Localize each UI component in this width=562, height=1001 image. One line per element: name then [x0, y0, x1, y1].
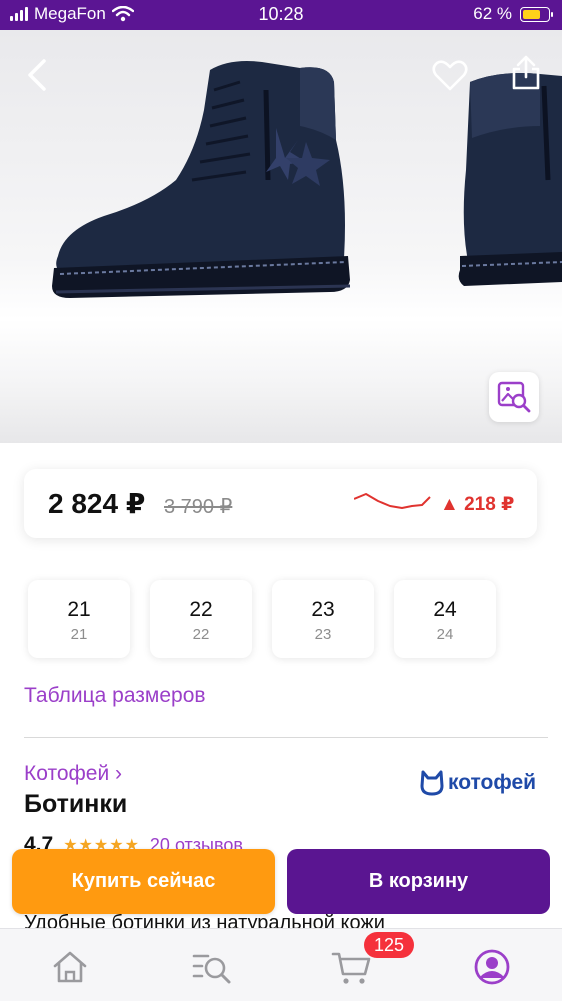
price-change: ▲ 218 ₽: [440, 494, 515, 515]
brand-logo[interactable]: котофей: [420, 770, 536, 796]
size-sublabel: 21: [70, 626, 88, 643]
old-price: 3 790 ₽: [164, 496, 233, 518]
current-price: 2 824 ₽: [48, 488, 146, 519]
size-label: 24: [433, 598, 457, 621]
tab-profile[interactable]: [470, 945, 514, 989]
heart-icon: [432, 60, 468, 91]
boot-image: [52, 61, 351, 298]
divider: [24, 737, 548, 738]
brand-link[interactable]: Котофей ›: [24, 762, 122, 786]
catalog-search-icon: [192, 954, 231, 984]
size-label: 22: [189, 598, 213, 621]
image-search-button[interactable]: [489, 372, 539, 422]
product-photo: [52, 61, 562, 298]
share-icon: [512, 55, 540, 90]
back-button[interactable]: [20, 58, 54, 92]
size-sublabel: 22: [192, 626, 210, 643]
boot-image-second: [458, 73, 562, 286]
size-option-21[interactable]: 21 21: [28, 580, 130, 658]
cat-logo-icon: [420, 770, 444, 796]
status-bar: MegaFon 10:28 62 %: [0, 0, 562, 30]
size-sublabel: 24: [436, 626, 454, 643]
cart-count-badge: 125: [364, 932, 414, 958]
battery-percent: 62 %: [473, 4, 512, 23]
size-option-23[interactable]: 23 23: [272, 580, 374, 658]
image-search-icon: [497, 381, 531, 413]
bottom-tab-bar: [0, 928, 562, 1001]
size-table-link[interactable]: Таблица размеров: [24, 684, 206, 708]
size-selector: 21 21 22 22 23 23 24 24: [28, 580, 496, 658]
profile-icon: [474, 949, 510, 985]
tab-catalog[interactable]: [190, 945, 234, 989]
price-history-sparkline: [354, 493, 431, 509]
battery-icon: [520, 6, 553, 22]
brand-logo-text: котофей: [448, 771, 537, 794]
home-icon: [53, 951, 87, 983]
size-label: 21: [67, 598, 91, 621]
price-card[interactable]: 2 824 ₽ 3 790 ₽ ▲ 218 ₽: [24, 469, 537, 538]
buy-now-button[interactable]: Купить сейчас: [12, 849, 275, 914]
size-label: 23: [311, 598, 335, 621]
size-sublabel: 23: [314, 626, 332, 643]
status-right: 62 %: [473, 4, 553, 24]
tab-home[interactable]: [48, 945, 92, 989]
product-title: Ботинки: [24, 790, 128, 818]
size-option-22[interactable]: 22 22: [150, 580, 252, 658]
size-option-24[interactable]: 24 24: [394, 580, 496, 658]
favorite-button[interactable]: [430, 58, 470, 94]
chevron-left-icon: [28, 59, 46, 91]
product-image-gallery[interactable]: [0, 30, 562, 443]
add-to-cart-button[interactable]: В корзину: [287, 849, 550, 914]
share-button[interactable]: [506, 52, 546, 94]
